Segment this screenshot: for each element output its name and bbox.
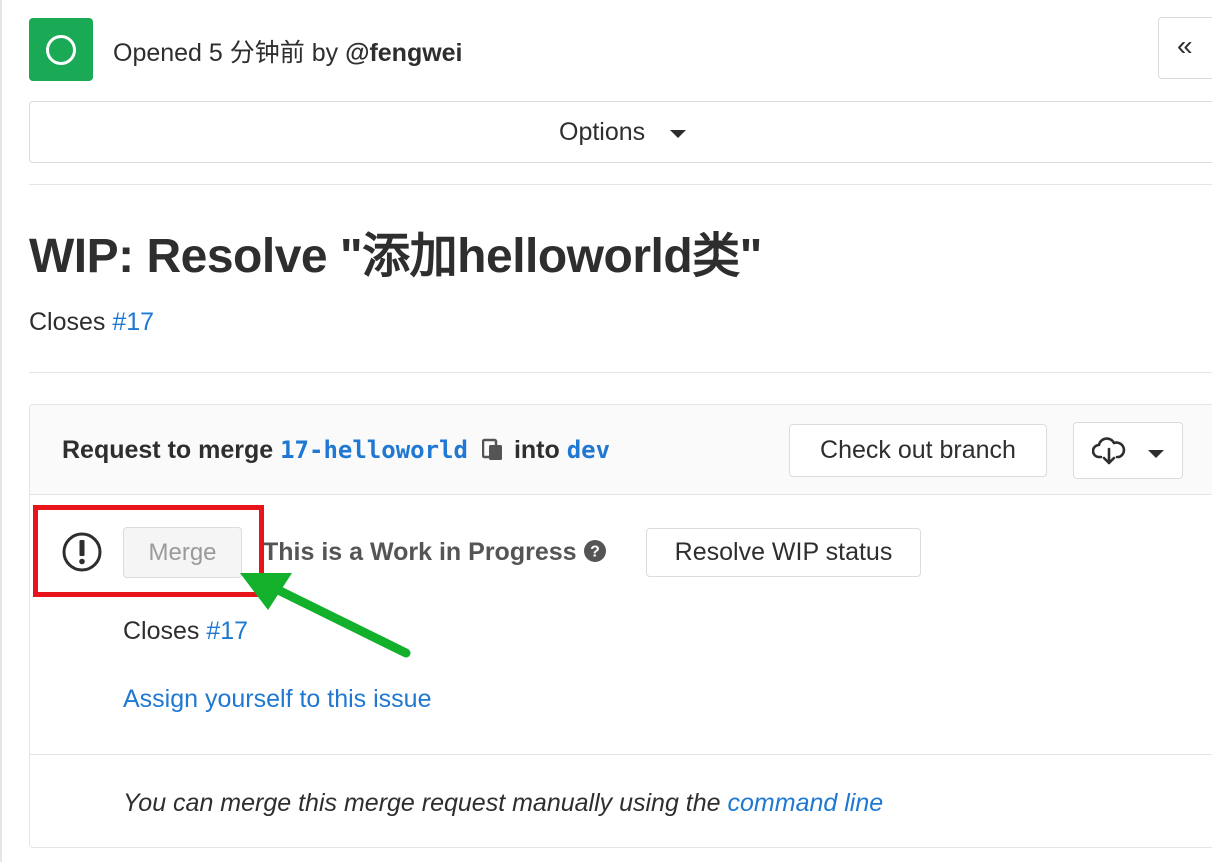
clipboard-icon[interactable] [481, 437, 504, 468]
chevron-down-icon [670, 130, 686, 138]
author-link[interactable]: @fengwei [345, 39, 462, 67]
status-open-icon [29, 18, 93, 81]
options-label: Options [559, 118, 646, 146]
check-out-branch-button[interactable]: Check out branch [789, 424, 1047, 477]
question-circle-icon[interactable]: ? [583, 539, 607, 570]
assign-yourself-link[interactable]: Assign yourself to this issue [123, 685, 431, 714]
source-branch-link[interactable]: 17-helloworld [280, 436, 468, 464]
manual-merge-hint: You can merge this merge request manuall… [123, 789, 884, 817]
opened-prefix: Opened 5 分钟前 by [113, 39, 346, 67]
divider [29, 184, 1212, 185]
merge-widget: Request to merge 17-helloworld into dev C… [29, 404, 1212, 848]
svg-text:?: ? [590, 544, 600, 561]
options-dropdown-button[interactable]: Options [29, 101, 1212, 163]
merge-widget-header: Request to merge 17-helloworld into dev C… [30, 405, 1212, 495]
chevron-down-icon [1148, 450, 1164, 458]
left-border [0, 0, 2, 862]
resolve-wip-button[interactable]: Resolve WIP status [646, 528, 921, 577]
mr-title: WIP: Resolve "添加helloworld类" [29, 230, 762, 283]
download-dropdown-button[interactable] [1073, 422, 1183, 479]
divider [30, 754, 1212, 755]
annotation-arrow-icon [240, 573, 411, 658]
mr-description: Closes #17 [29, 308, 155, 336]
command-line-link[interactable]: command line [728, 789, 884, 817]
divider [29, 372, 1212, 373]
opened-info: Opened 5 分钟前 by @fengwei [113, 33, 463, 69]
cloud-download-icon [1091, 437, 1126, 470]
target-branch-link[interactable]: dev [567, 436, 610, 464]
collapse-sidebar-button[interactable]: « [1158, 17, 1212, 79]
merge-request-branches: Request to merge 17-helloworld into dev [62, 436, 610, 468]
issue-link[interactable]: #17 [112, 308, 154, 336]
